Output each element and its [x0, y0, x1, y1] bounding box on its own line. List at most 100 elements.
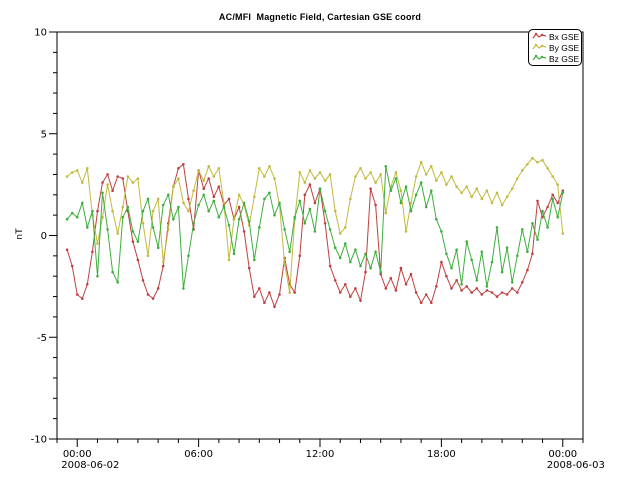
- data-point: [496, 192, 499, 195]
- data-point: [86, 283, 89, 286]
- data-point: [263, 198, 266, 201]
- data-point: [481, 251, 484, 254]
- data-point: [334, 210, 337, 213]
- data-point: [187, 210, 190, 213]
- data-point: [106, 183, 109, 186]
- data-point: [309, 169, 312, 172]
- data-point: [122, 206, 125, 209]
- data-point: [167, 228, 170, 231]
- data-point: [192, 189, 195, 192]
- data-point: [66, 218, 69, 221]
- data-point: [96, 275, 99, 278]
- data-point: [167, 194, 170, 197]
- data-point: [415, 291, 418, 294]
- data-point: [324, 210, 327, 213]
- data-point: [551, 198, 554, 201]
- data-point: [556, 202, 559, 205]
- data-point: [329, 265, 332, 268]
- data-point: [137, 240, 140, 243]
- data-point: [364, 271, 367, 274]
- data-point: [116, 232, 119, 235]
- data-point: [101, 181, 104, 184]
- data-point: [213, 196, 216, 199]
- legend-sample-marker: [541, 45, 543, 47]
- data-point: [238, 194, 241, 197]
- data-point: [516, 291, 519, 294]
- data-point: [526, 163, 529, 166]
- data-point: [288, 251, 291, 254]
- data-point: [541, 210, 544, 213]
- data-point: [476, 287, 479, 290]
- data-point: [430, 301, 433, 304]
- data-point: [491, 291, 494, 294]
- data-point: [233, 218, 236, 221]
- legend-sample-marker: [541, 56, 543, 58]
- data-point: [440, 261, 443, 264]
- data-point: [359, 299, 362, 302]
- data-point: [465, 185, 468, 188]
- data-point: [531, 157, 534, 160]
- data-point: [172, 185, 175, 188]
- magnetic-field-chart: AC/MFI Magnetic Field, Cartesian GSE coo…: [0, 0, 640, 480]
- data-point: [66, 248, 69, 251]
- data-point: [157, 198, 160, 201]
- data-point: [430, 165, 433, 168]
- data-point: [420, 181, 423, 184]
- data-point: [96, 210, 99, 213]
- data-point: [536, 161, 539, 164]
- data-point: [395, 289, 398, 292]
- data-point: [460, 289, 463, 292]
- data-point: [218, 185, 221, 188]
- data-point: [379, 271, 382, 274]
- data-point: [506, 246, 509, 249]
- data-point: [172, 218, 175, 221]
- data-point: [273, 305, 276, 308]
- data-point: [526, 269, 529, 272]
- data-point: [243, 202, 246, 205]
- data-point: [521, 169, 524, 172]
- data-point: [81, 202, 84, 205]
- data-point: [81, 297, 84, 300]
- data-point: [440, 171, 443, 174]
- data-point: [218, 216, 221, 219]
- data-point: [435, 285, 438, 288]
- data-point: [435, 179, 438, 182]
- data-point: [349, 198, 352, 201]
- data-point: [91, 210, 94, 213]
- data-point: [385, 165, 388, 168]
- data-point: [562, 232, 565, 235]
- data-point: [273, 214, 276, 217]
- data-point: [511, 287, 514, 290]
- data-point: [106, 173, 109, 176]
- data-point: [359, 265, 362, 268]
- data-point: [182, 163, 185, 166]
- data-point: [147, 293, 150, 296]
- data-point: [238, 206, 241, 209]
- data-point: [562, 192, 565, 195]
- data-point: [66, 175, 69, 178]
- data-point: [248, 267, 251, 270]
- data-point: [116, 175, 119, 178]
- series-markers-bx-gse: [66, 163, 564, 308]
- data-point: [278, 202, 281, 205]
- data-point: [182, 202, 185, 205]
- data-point: [425, 173, 428, 176]
- data-point: [339, 257, 342, 260]
- data-point: [309, 183, 312, 186]
- data-point: [395, 177, 398, 180]
- data-point: [177, 177, 180, 180]
- legend-entry-by-gse: By GSE: [529, 42, 581, 53]
- data-point: [319, 187, 322, 190]
- data-point: [142, 210, 145, 213]
- data-point: [364, 253, 367, 256]
- data-point: [76, 169, 79, 172]
- data-point: [450, 267, 453, 270]
- data-point: [187, 255, 190, 258]
- data-point: [486, 289, 489, 292]
- data-point: [450, 175, 453, 178]
- x-axis-tick-label: 18:00: [427, 449, 456, 460]
- data-point: [122, 177, 125, 180]
- data-point: [470, 291, 473, 294]
- data-point: [374, 204, 377, 207]
- data-point: [405, 230, 408, 233]
